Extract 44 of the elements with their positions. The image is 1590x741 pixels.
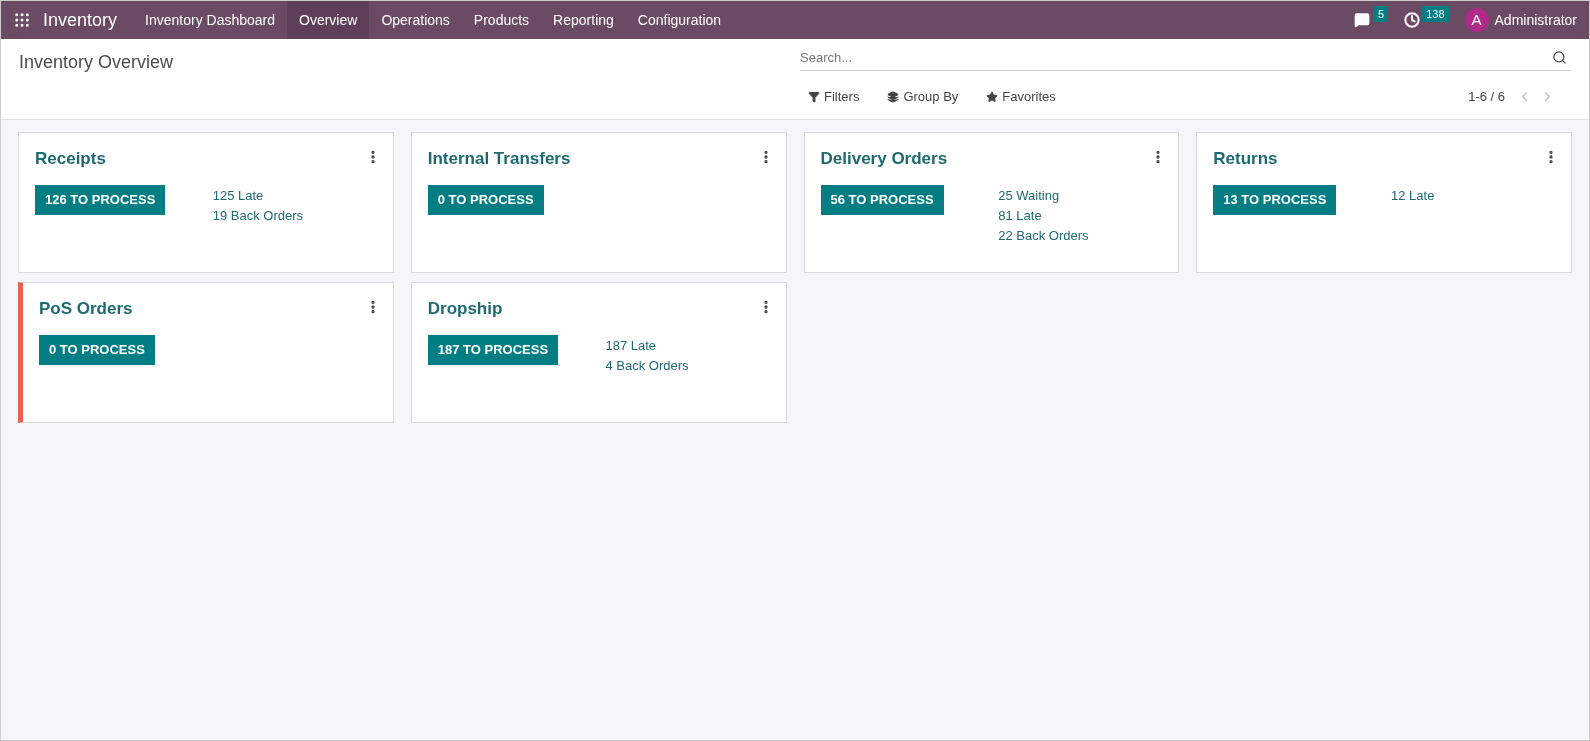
- to-process-button[interactable]: 0 TO PROCESS: [39, 334, 155, 365]
- apps-menu-icon[interactable]: [13, 11, 31, 29]
- card-title[interactable]: Receipts: [35, 146, 106, 172]
- menu-item[interactable]: Operations: [369, 1, 462, 39]
- menu-item[interactable]: Configuration: [625, 1, 734, 39]
- filter-toggle[interactable]: Filters: [808, 87, 860, 107]
- clock-icon[interactable]: [1404, 12, 1421, 28]
- user-avatar[interactable]: A: [1464, 8, 1489, 32]
- card-link[interactable]: 25 Waiting: [998, 185, 1060, 206]
- page-title: Inventory Overview: [19, 52, 174, 72]
- search-field[interactable]: Search...: [800, 45, 1552, 70]
- menu-item[interactable]: Inventory Dashboard: [133, 1, 287, 39]
- card-link[interactable]: 4 Back Orders: [605, 355, 689, 376]
- pager-value: 1-6 / 6: [1468, 88, 1505, 106]
- card-title[interactable]: Returns: [1213, 146, 1278, 172]
- layers-icon: [887, 90, 900, 103]
- card-title[interactable]: Dropship: [427, 296, 503, 322]
- card-link[interactable]: 22 Back Orders: [998, 225, 1089, 246]
- filter-toggle[interactable]: Group By: [887, 87, 959, 107]
- card-title[interactable]: Internal Transfers: [427, 146, 571, 172]
- messages-count: 5: [1374, 5, 1389, 23]
- to-process-button[interactable]: 56 TO PROCESS: [820, 184, 944, 215]
- card-link[interactable]: 12 Late: [1391, 185, 1435, 206]
- card-link[interactable]: 19 Back Orders: [212, 205, 304, 226]
- app-name: Inventory: [43, 8, 118, 32]
- card-link[interactable]: 81 Late: [998, 205, 1042, 226]
- to-process-button[interactable]: 0 TO PROCESS: [427, 184, 544, 215]
- card-link[interactable]: 125 Late: [212, 185, 264, 206]
- card-title[interactable]: PoS Orders: [39, 296, 133, 322]
- card-link[interactable]: 187 Late: [605, 335, 657, 356]
- to-process-button[interactable]: 126 TO PROCESS: [35, 184, 166, 215]
- user-name[interactable]: Administrator: [1494, 9, 1577, 31]
- search-icon[interactable]: [1552, 50, 1567, 65]
- menu-item[interactable]: Reporting: [541, 1, 626, 39]
- menu-item[interactable]: Products: [461, 1, 542, 39]
- star-icon: [986, 90, 999, 103]
- activities-count: 138: [1422, 5, 1449, 23]
- menu-item[interactable]: Overview: [287, 1, 370, 39]
- to-process-button[interactable]: 13 TO PROCESS: [1213, 184, 1337, 215]
- to-process-button[interactable]: 187 TO PROCESS: [427, 334, 559, 365]
- card-title[interactable]: Delivery Orders: [820, 146, 948, 172]
- filter-icon: [808, 90, 820, 103]
- messages-icon[interactable]: [1354, 12, 1371, 28]
- filter-toggle[interactable]: Favorites: [986, 87, 1056, 107]
